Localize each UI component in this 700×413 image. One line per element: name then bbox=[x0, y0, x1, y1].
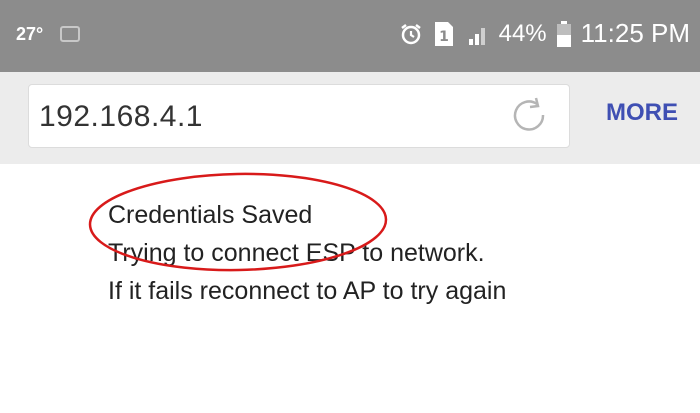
svg-text:1: 1 bbox=[439, 29, 449, 45]
alarm-icon bbox=[399, 22, 423, 46]
battery-percent: 44% bbox=[498, 19, 547, 47]
status-right: 1 44% 11:25 PM bbox=[399, 18, 690, 49]
status-time: 11:25 PM bbox=[580, 18, 690, 48]
browser-toolbar: 192.168.4.1 bbox=[0, 72, 700, 164]
signal-icon bbox=[465, 22, 489, 46]
url-text[interactable]: 192.168.4.1 bbox=[39, 100, 203, 134]
status-left: 27° bbox=[16, 24, 81, 45]
sim-icon: 1 bbox=[433, 21, 455, 47]
highlight-ellipse bbox=[88, 172, 388, 272]
status-bar: 27° 1 44% 11:25 PM bbox=[0, 0, 700, 72]
address-bar[interactable]: 192.168.4.1 bbox=[28, 84, 570, 148]
temperature: 27° bbox=[16, 24, 44, 44]
image-icon bbox=[60, 26, 81, 42]
battery-icon bbox=[556, 20, 571, 47]
more-button[interactable]: MORE bbox=[606, 99, 678, 127]
reload-icon[interactable] bbox=[509, 95, 549, 140]
